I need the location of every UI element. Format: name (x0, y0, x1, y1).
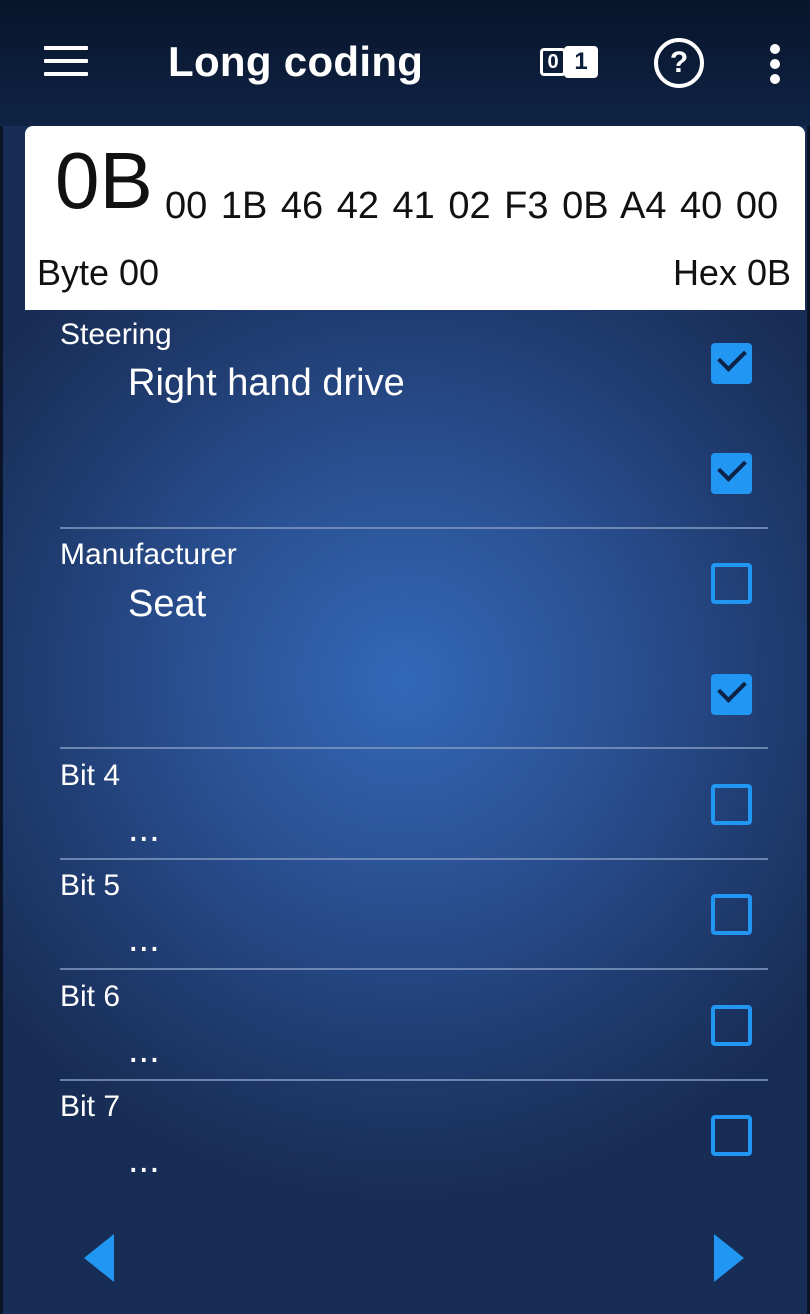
group-label-bit-7: Bit 7 (60, 1090, 121, 1123)
coding-card: 0B 00 1B 46 42 41 02 F3 0B A4 40 00 Byte… (25, 126, 805, 310)
group-value-steering[interactable]: Right hand drive (128, 362, 405, 405)
bit-0-checkbox[interactable] (711, 343, 752, 384)
group-divider (60, 858, 768, 860)
group-value-manufacturer[interactable]: Seat (128, 583, 206, 626)
group-value-bit-5[interactable]: ... (128, 918, 160, 961)
group-label-bit-6: Bit 6 (60, 980, 121, 1013)
hex-value-label: Hex 0B (672, 252, 791, 293)
group-label-bit-5: Bit 5 (60, 869, 121, 902)
more-dot (770, 59, 780, 69)
group-label-bit-4: Bit 4 (60, 759, 121, 792)
more-vert-icon[interactable] (768, 44, 782, 84)
group-value-bit-6[interactable]: ... (128, 1029, 160, 1072)
bit-3-checkbox[interactable] (711, 674, 752, 715)
group-label-steering: Steering (60, 318, 172, 351)
more-dot (770, 44, 780, 54)
bit-2-checkbox[interactable] (711, 563, 752, 604)
bit-1-checkbox[interactable] (711, 453, 752, 494)
triangle-right-icon[interactable] (714, 1234, 744, 1282)
top-app-bar: Long coding 0 1 ? (0, 0, 810, 126)
page-title: Long coding (168, 38, 424, 85)
coding-hex-string[interactable]: 00 1B 46 42 41 02 F3 0B A4 40 00 (165, 184, 781, 228)
app-screen: Long coding 0 1 ? 0B 00 1B 46 42 41 02 F… (0, 0, 810, 1314)
binary-zero-label: 0 (540, 48, 566, 76)
group-divider (60, 968, 768, 970)
group-label-manufacturer: Manufacturer (60, 538, 237, 571)
byte-index-label: Byte 00 (37, 252, 160, 293)
group-divider (60, 747, 768, 749)
help-icon[interactable]: ? (654, 38, 704, 88)
triangle-left-icon[interactable] (84, 1234, 114, 1282)
screen-edge-left (0, 0, 3, 1314)
menu-bar-line (44, 46, 88, 50)
bit-7-checkbox[interactable] (711, 1115, 752, 1156)
current-byte-value[interactable]: 0B (55, 136, 153, 226)
menu-bar-line (44, 72, 88, 76)
binary-view-icon[interactable]: 0 1 (540, 46, 598, 78)
bit-5-checkbox[interactable] (711, 894, 752, 935)
menu-bar-line (44, 59, 88, 63)
hamburger-menu-icon[interactable] (44, 46, 88, 78)
bit-4-checkbox[interactable] (711, 784, 752, 825)
group-divider (60, 527, 768, 529)
group-value-bit-7[interactable]: ... (128, 1139, 160, 1182)
binary-one-label: 1 (564, 46, 598, 78)
bit-6-checkbox[interactable] (711, 1005, 752, 1046)
group-divider (60, 1079, 768, 1081)
group-value-bit-4[interactable]: ... (128, 808, 160, 851)
more-dot (770, 74, 780, 84)
